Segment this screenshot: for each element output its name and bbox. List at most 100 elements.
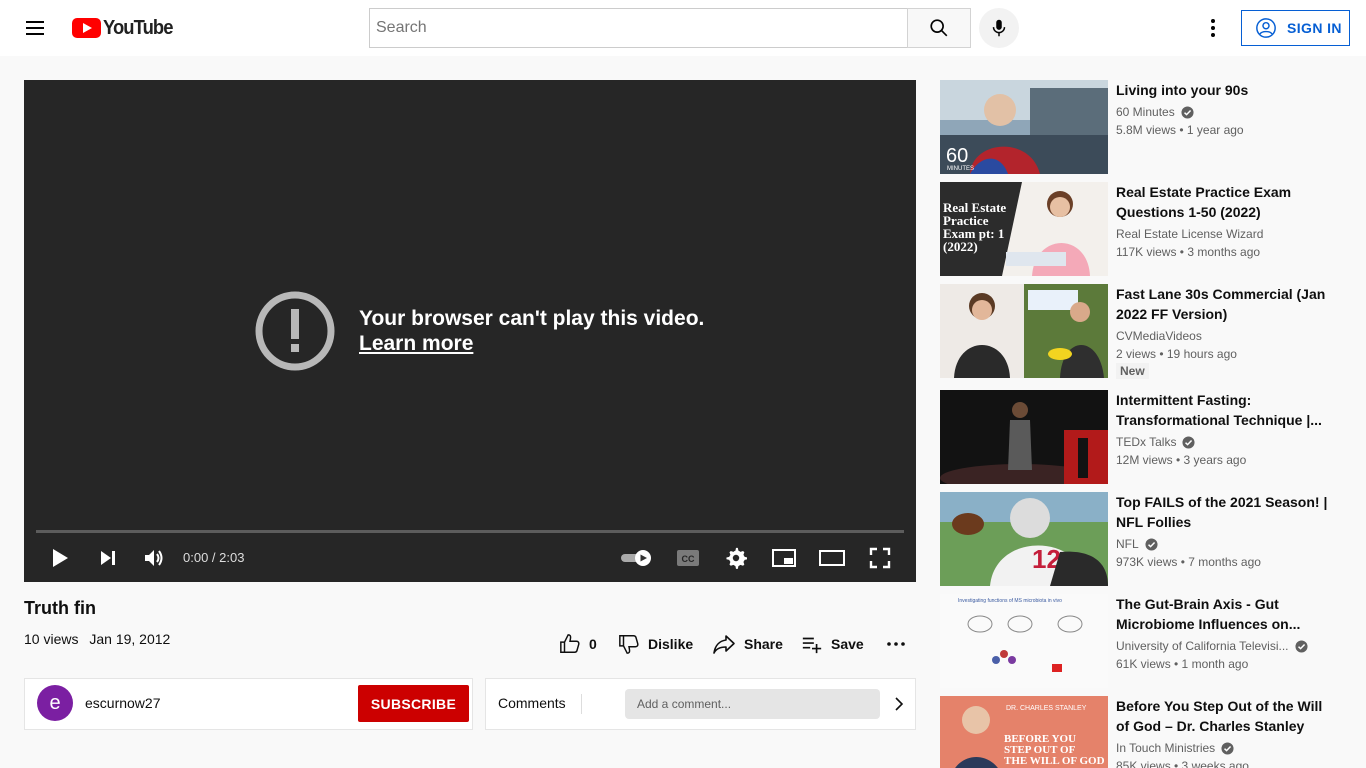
video-thumbnail[interactable]: Real Estate Practice Exam pt: 1 (2022) <box>940 182 1108 276</box>
dislike-button[interactable]: Dislike <box>618 630 693 658</box>
rec-channel[interactable]: Real Estate License Wizard <box>1116 227 1263 241</box>
search-box[interactable] <box>369 8 908 48</box>
logo-text: YouTube <box>103 16 173 39</box>
rec-stats: 5.8M views • 1 year ago <box>1116 123 1244 137</box>
thumbs-down-icon <box>619 635 639 654</box>
thumb-text-line: THE WILL OF GOD <box>1004 755 1105 767</box>
error-message: Your browser can't play this video. <box>359 307 705 330</box>
rec-stats: 973K views • 7 months ago <box>1116 555 1261 569</box>
sign-in-label: SIGN IN <box>1287 20 1342 36</box>
channel-name[interactable]: escurnow27 <box>85 695 161 711</box>
time-display: 0:00 / 2:03 <box>183 550 245 565</box>
thumb-overlay-sub: MINUTES <box>947 166 974 172</box>
search-input[interactable] <box>376 19 907 37</box>
rec-channel[interactable]: TEDx Talks <box>1116 435 1196 449</box>
fullscreen-icon <box>869 547 891 569</box>
rec-channel[interactable]: University of California Televisi... <box>1116 639 1308 653</box>
comments-panel: Comments Add a comment... <box>485 678 916 730</box>
like-count: 0 <box>589 636 597 652</box>
error-icon <box>255 291 335 371</box>
rec-channel-name: University of California Televisi... <box>1116 639 1289 653</box>
verified-icon <box>1145 537 1158 551</box>
view-count: 10 views <box>24 631 79 647</box>
channel-avatar[interactable]: e <box>37 685 73 721</box>
recommended-video[interactable]: Investigating functions of MS microbiota… <box>940 594 1340 688</box>
recommended-video[interactable]: Real Estate Practice Exam pt: 1 (2022) R… <box>940 182 1340 276</box>
rec-channel[interactable]: 60 Minutes <box>1116 105 1194 119</box>
voice-search-button[interactable] <box>979 8 1019 48</box>
rec-stats: 12M views • 3 years ago <box>1116 453 1247 467</box>
video-thumbnail[interactable]: 12 <box>940 492 1108 586</box>
rec-channel-name: TEDx Talks <box>1116 435 1177 449</box>
video-thumbnail[interactable]: 60 MINUTES <box>940 80 1108 174</box>
thumbnail-image <box>940 284 1108 378</box>
share-label: Share <box>744 636 783 652</box>
rec-channel-name: 60 Minutes <box>1116 105 1175 119</box>
video-thumbnail[interactable] <box>940 390 1108 484</box>
settings-button[interactable] <box>722 542 750 574</box>
rec-title[interactable]: Top FAILS of the 2021 Season! | NFL Foll… <box>1116 492 1328 532</box>
thumbnail-image: Investigating functions of MS microbiota… <box>940 594 1108 688</box>
progress-bar[interactable] <box>36 530 904 533</box>
rec-title[interactable]: The Gut-Brain Axis - Gut Microbiome Infl… <box>1116 594 1328 634</box>
channel-info: e escurnow27 SUBSCRIBE <box>24 678 473 730</box>
divider <box>581 694 582 714</box>
more-actions-button[interactable] <box>886 630 914 658</box>
verified-icon <box>1294 639 1308 653</box>
share-icon <box>713 635 735 654</box>
rec-title[interactable]: Fast Lane 30s Commercial (Jan 2022 FF Ve… <box>1116 284 1328 324</box>
learn-more-link[interactable]: Learn more <box>359 331 704 356</box>
recommended-video[interactable]: DR. CHARLES STANLEY BEFORE YOU STEP OUT … <box>940 696 1340 768</box>
upload-date: Jan 19, 2012 <box>89 631 171 647</box>
video-thumbnail[interactable] <box>940 284 1108 378</box>
more-horiz-icon <box>887 642 905 646</box>
video-thumbnail[interactable]: Investigating functions of MS microbiota… <box>940 594 1108 688</box>
video-meta: 10 views Jan 19, 2012 <box>24 631 170 647</box>
new-badge: New <box>1116 363 1149 379</box>
theater-mode-button[interactable] <box>818 542 846 574</box>
recommended-video[interactable]: 12 Top FAILS of the 2021 Season! | NFL F… <box>940 492 1340 586</box>
mute-button[interactable] <box>140 542 168 574</box>
subscribe-button[interactable]: SUBSCRIBE <box>358 685 469 722</box>
thumbnail-image: 12 <box>940 492 1108 586</box>
menu-icon[interactable] <box>24 16 48 40</box>
miniplayer-button[interactable] <box>770 542 798 574</box>
rec-stats: 85K views • 3 weeks ago <box>1116 759 1249 768</box>
add-comment-field[interactable]: Add a comment... <box>625 689 880 719</box>
recommended-video[interactable]: Fast Lane 30s Commercial (Jan 2022 FF Ve… <box>940 284 1340 379</box>
fullscreen-button[interactable] <box>866 542 894 574</box>
video-thumbnail[interactable]: DR. CHARLES STANLEY BEFORE YOU STEP OUT … <box>940 696 1108 768</box>
save-button[interactable]: Save <box>801 630 864 658</box>
like-button[interactable]: 0 <box>559 630 597 658</box>
chevron-right-icon[interactable] <box>889 694 909 714</box>
rec-stats: 117K views • 3 months ago <box>1116 245 1261 259</box>
recommended-video[interactable]: Intermittent Fasting: Transformational T… <box>940 390 1340 484</box>
rec-channel[interactable]: NFL <box>1116 537 1158 551</box>
rec-title[interactable]: Intermittent Fasting: Transformational T… <box>1116 390 1328 430</box>
autoplay-toggle[interactable] <box>618 542 656 574</box>
thumbs-up-icon <box>560 634 580 653</box>
thumbnail-image: DR. CHARLES STANLEY BEFORE YOU STEP OUT … <box>940 696 1108 768</box>
share-button[interactable]: Share <box>712 630 783 658</box>
thumb-banner: DR. CHARLES STANLEY <box>1006 705 1087 712</box>
rec-title[interactable]: Living into your 90s <box>1116 80 1328 100</box>
next-button[interactable] <box>94 542 122 574</box>
rec-channel-name: Real Estate License Wizard <box>1116 227 1264 241</box>
youtube-logo[interactable]: YouTube <box>72 17 179 39</box>
rec-title[interactable]: Real Estate Practice Exam Questions 1-50… <box>1116 182 1328 222</box>
video-player[interactable]: Your browser can't play this video. Lear… <box>24 80 916 582</box>
search-button[interactable] <box>907 8 971 48</box>
gear-icon <box>726 547 747 569</box>
subtitles-button[interactable]: CC <box>674 542 702 574</box>
sign-in-button[interactable]: SIGN IN <box>1241 10 1350 46</box>
rec-title[interactable]: Before You Step Out of the Will of God –… <box>1116 696 1328 736</box>
thumb-text-line: (2022) <box>943 239 978 254</box>
play-button[interactable] <box>46 542 74 574</box>
recommended-video[interactable]: 60 MINUTES Living into your 90s 60 Minut… <box>940 80 1340 174</box>
theater-icon <box>819 550 845 566</box>
rec-channel[interactable]: In Touch Ministries <box>1116 741 1234 755</box>
closed-captions-icon: CC <box>677 550 699 566</box>
settings-more-button[interactable] <box>1201 16 1225 40</box>
verified-icon <box>1181 105 1194 119</box>
rec-channel[interactable]: CVMediaVideos <box>1116 329 1202 343</box>
